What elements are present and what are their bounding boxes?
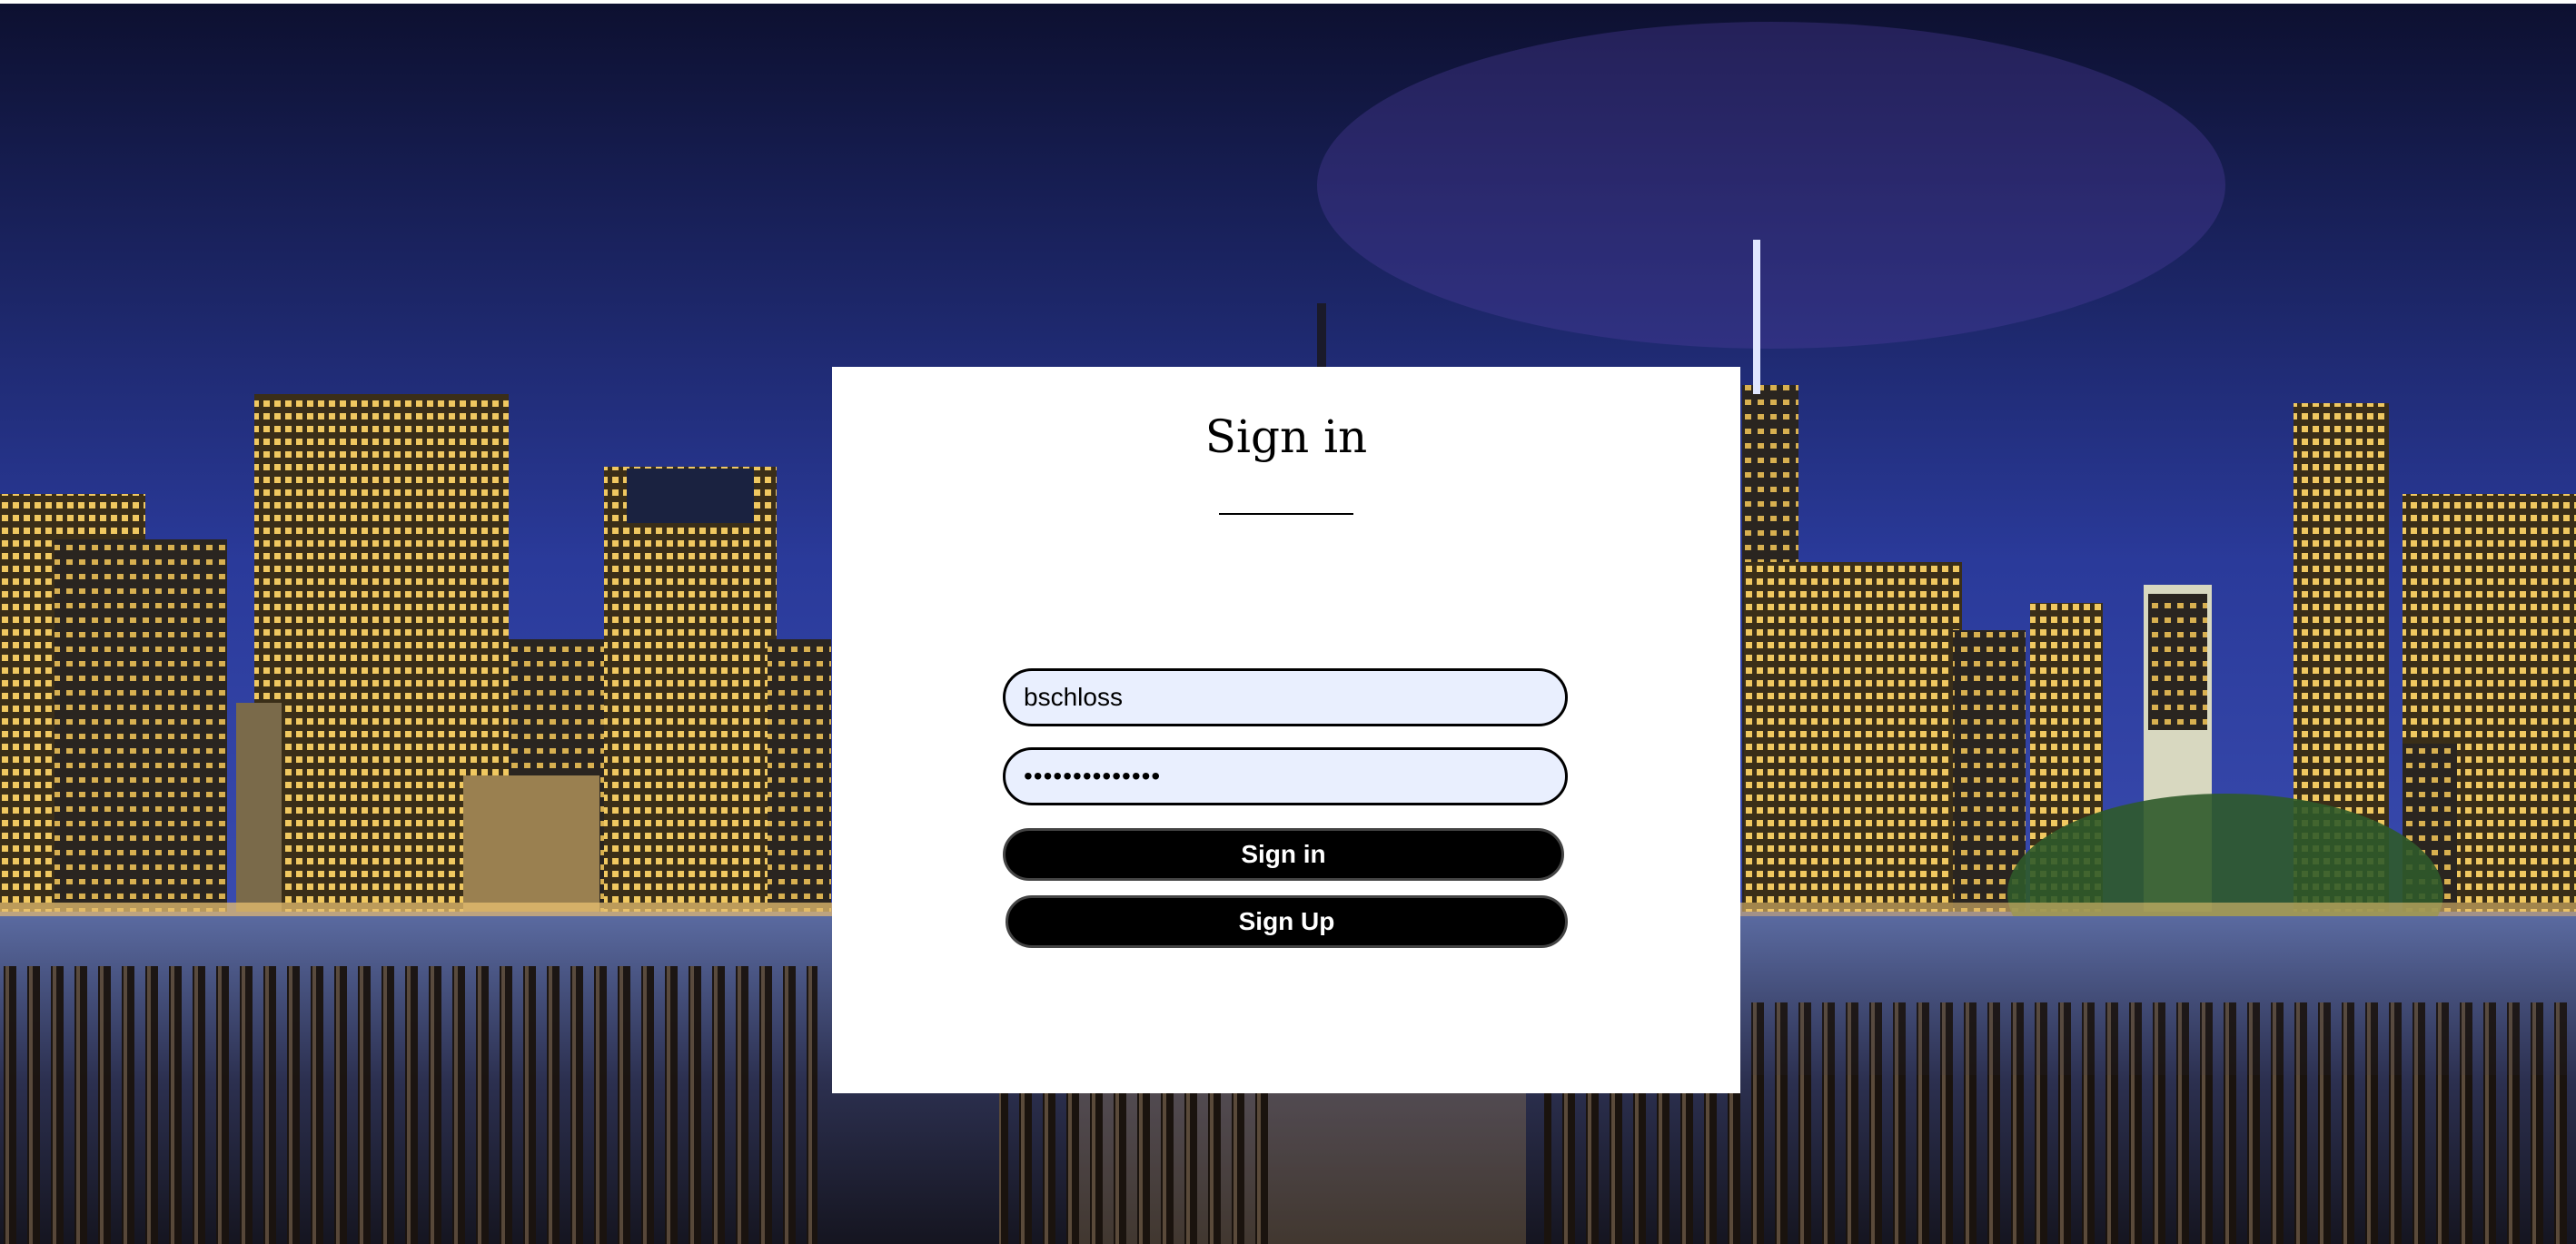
signin-button[interactable]: Sign in (1003, 828, 1564, 881)
password-field[interactable] (1003, 747, 1568, 805)
signin-card: Sign in Sign in Sign Up (832, 367, 1740, 1093)
page-title: Sign in (1204, 410, 1368, 463)
page: Sign in Sign in Sign Up (0, 0, 2576, 1244)
username-field[interactable] (1003, 668, 1568, 726)
signup-button[interactable]: Sign Up (1006, 895, 1568, 948)
title-divider (1219, 513, 1353, 515)
